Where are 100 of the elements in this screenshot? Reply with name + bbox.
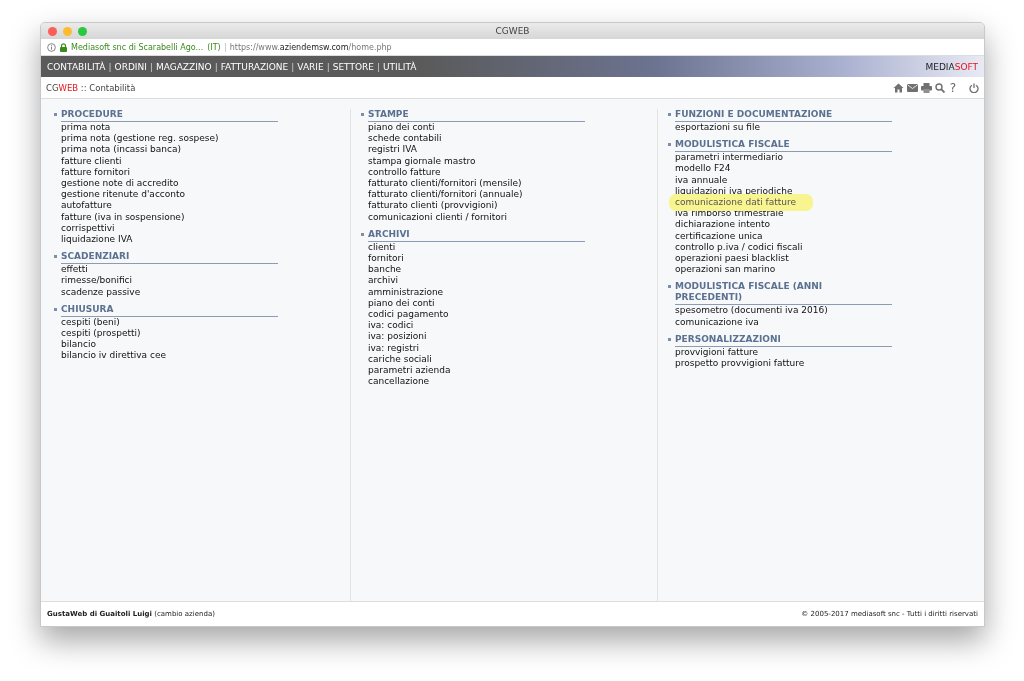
menu-link[interactable]: bilancio iv direttiva cee	[61, 350, 166, 362]
menu-link[interactable]: fatture clienti	[61, 155, 122, 167]
menu-link[interactable]: fatturato clienti (provvigioni)	[368, 200, 498, 212]
power-icon[interactable]	[969, 82, 979, 93]
menu-link[interactable]: liquidazione IVA	[61, 234, 133, 246]
section-heading: PERSONALIZZAZIONI	[675, 333, 892, 347]
menu-link[interactable]: parametri azienda	[368, 365, 451, 377]
menu-link[interactable]: fatture (iva in sospensione)	[61, 211, 185, 223]
menu-link[interactable]: bilancio	[61, 339, 96, 351]
section-heading: FUNZIONI E DOCUMENTAZIONE	[675, 109, 892, 122]
menu-link[interactable]: UTILITÀ	[383, 61, 417, 72]
menu-link[interactable]: controllo fatture	[368, 166, 441, 178]
menu-link[interactable]: comunicazione dati fatture	[672, 197, 811, 209]
home-icon[interactable]	[892, 82, 904, 93]
search-icon[interactable]	[934, 82, 945, 93]
section-heading: MODULISTICA FISCALE (ANNI PRECEDENTI)	[675, 281, 892, 306]
menu-link[interactable]: registri IVA	[368, 144, 417, 156]
bullet-icon	[54, 255, 57, 259]
menu-link[interactable]: stampa giornale mastro	[368, 155, 476, 167]
menu-link[interactable]: schede contabili	[368, 133, 442, 145]
section-heading: STAMPE	[368, 109, 585, 122]
help-icon[interactable]: ?	[949, 80, 956, 95]
section-heading: ARCHIVI	[368, 228, 585, 242]
breadcrumb: CGWEB :: Contabilità	[46, 82, 136, 93]
menu-link[interactable]: liquidazioni iva periodiche	[675, 185, 793, 197]
menu-link[interactable]: operazioni paesi blacklist	[675, 253, 789, 265]
section-heading: PROCEDURE	[61, 109, 278, 122]
lock-icon	[60, 42, 67, 52]
menu-link[interactable]: dichiarazione intento	[675, 219, 770, 231]
menu-link[interactable]: effetti	[61, 264, 88, 276]
menu-link[interactable]: provvigioni fatture	[675, 346, 759, 359]
menu-separator: |	[377, 61, 381, 72]
menu-link[interactable]: MAGAZZINO	[155, 61, 212, 72]
menu-link[interactable]: autofatture	[61, 200, 112, 212]
menu-link[interactable]: fornitori	[368, 253, 404, 265]
menu-link[interactable]: codici pagamento	[368, 309, 449, 321]
menu-link[interactable]: gestione note di accredito	[61, 178, 179, 190]
menu-link[interactable]: fatture fornitori	[61, 166, 130, 178]
menu-link[interactable]: cariche sociali	[368, 353, 432, 366]
menu-separator: |	[326, 61, 330, 72]
menu-link[interactable]: clienti	[368, 241, 396, 254]
mail-icon[interactable]	[906, 83, 918, 92]
menu-link[interactable]: fatturato clienti/fornitori (annuale)	[368, 189, 523, 201]
menu-link[interactable]: VARIE	[297, 61, 324, 72]
menu-link[interactable]: fatturato clienti/fornitori (mensile)	[368, 178, 522, 190]
menu-link[interactable]: modello F24	[675, 163, 731, 175]
menu-separator: |	[108, 61, 112, 72]
menu-link[interactable]: iva rimborso trimestrale	[675, 208, 784, 220]
menu-link[interactable]: corrispettivi	[61, 222, 115, 235]
menu-link[interactable]: scadenze passive	[61, 286, 141, 298]
menu-link[interactable]: FATTURAZIONE	[220, 61, 289, 72]
menu-link[interactable]: comunicazioni clienti / fornitori	[368, 211, 508, 223]
window-title: CGWEB	[495, 26, 530, 36]
menu-link[interactable]: amministrazione	[368, 286, 444, 298]
menu-link[interactable]: iva: posizioni	[368, 331, 427, 343]
site-identity: Mediasoft snc di Scarabelli Ago...	[71, 42, 204, 52]
bullet-icon	[361, 232, 364, 236]
menu-link[interactable]: iva: registri	[368, 342, 419, 354]
country-code: (IT)	[207, 42, 221, 52]
menu-link[interactable]: prima nota (gestione reg. sospese)	[61, 133, 219, 145]
bullet-icon	[668, 143, 671, 147]
section-heading: MODULISTICA FISCALE	[675, 139, 892, 153]
menu-link[interactable]: cespiti (prospetti)	[61, 328, 141, 340]
menu-link[interactable]: ORDINI	[114, 61, 147, 72]
menu-link[interactable]: SETTORE	[332, 61, 374, 72]
menu-link[interactable]: prima nota (incassi banca)	[61, 144, 181, 156]
bullet-icon	[54, 307, 57, 311]
brand-logo: MEDIASOFT	[925, 61, 978, 72]
menu-link[interactable]: iva: codici	[368, 320, 414, 332]
print-icon[interactable]	[920, 82, 932, 93]
menu-link[interactable]: CONTABILITÀ	[47, 61, 106, 72]
menu-link[interactable]: parametri intermediario	[675, 152, 783, 164]
menu-link[interactable]: archivi	[368, 275, 398, 287]
menu-link[interactable]: banche	[368, 264, 402, 276]
menu-separator: |	[149, 61, 153, 72]
menu-link[interactable]: spesometro (documenti iva 2016)	[675, 305, 828, 317]
menu-separator: |	[214, 61, 218, 72]
menu-link[interactable]: esportazioni su file	[675, 122, 760, 134]
menu-link[interactable]: rimesse/bonifici	[61, 275, 132, 287]
menu-link[interactable]: piano dei conti	[368, 297, 435, 310]
menu-link[interactable]: controllo p.iva / codici fiscali	[675, 241, 803, 254]
menu-link[interactable]: piano dei conti	[368, 122, 435, 134]
bullet-icon	[668, 337, 671, 341]
section-heading: CHIUSURA	[61, 303, 278, 317]
menu-link[interactable]: iva annuale	[675, 174, 728, 186]
menu-link[interactable]: prima nota	[61, 122, 111, 134]
close-icon[interactable]	[48, 26, 57, 36]
menu-link[interactable]: operazioni san marino	[675, 264, 776, 276]
url-text[interactable]: https://www.aziendemsw.com/home.php	[224, 42, 392, 52]
menu-link[interactable]: cancellazione	[368, 376, 430, 388]
address-bar[interactable]: Mediasoft snc di Scarabelli Ago... (IT) https://www.aziendemsw.com/home.php	[41, 39, 984, 56]
menu-link[interactable]: certificazione unica	[675, 230, 763, 242]
bullet-icon	[668, 285, 671, 289]
menu-link[interactable]: gestione ritenute d'acconto	[61, 189, 186, 201]
menu-link[interactable]: cespiti (beni)	[61, 316, 120, 329]
bullet-icon	[668, 113, 671, 116]
bullet-icon	[361, 113, 364, 116]
menu-link[interactable]: comunicazione iva	[675, 316, 759, 328]
info-icon[interactable]	[47, 42, 56, 52]
menu-link[interactable]: prospetto provvigioni fatture	[675, 358, 805, 370]
